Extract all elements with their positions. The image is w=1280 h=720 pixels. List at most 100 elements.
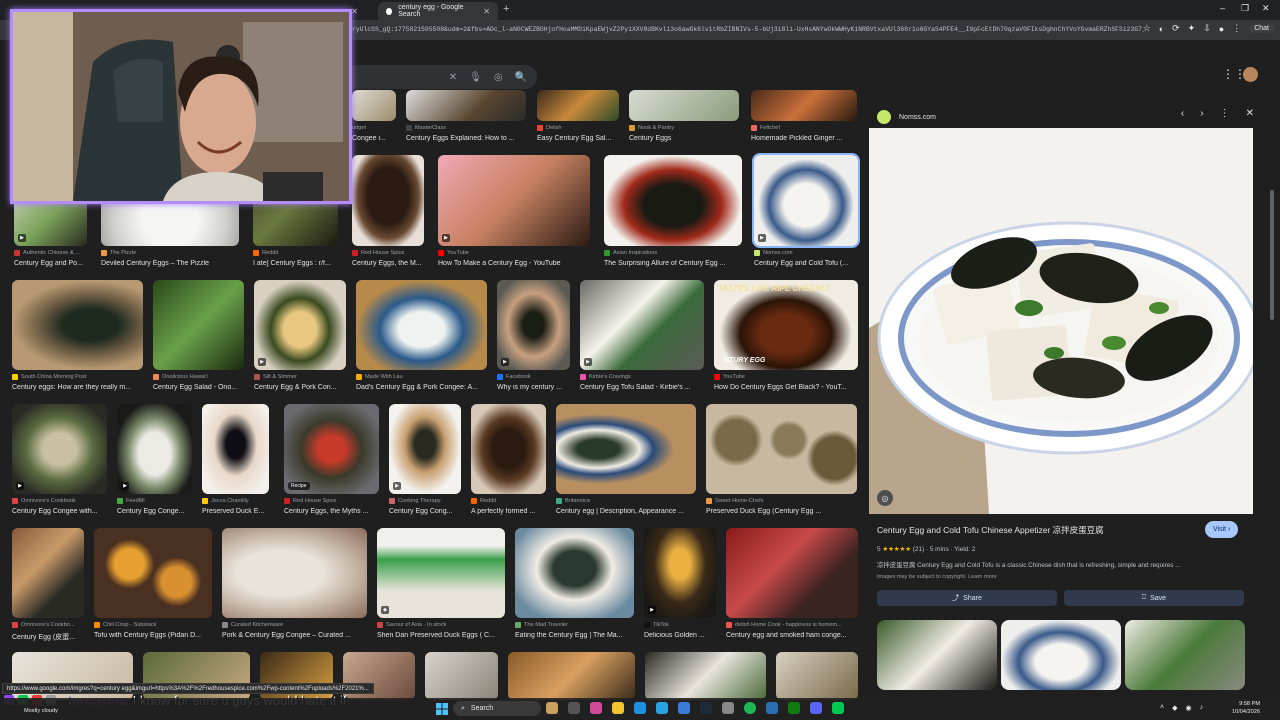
chevron-up-icon[interactable]: ˄ (1160, 704, 1164, 712)
image-result[interactable]: Recipe Red House Spice Century Eggs, the… (284, 404, 379, 519)
profile-icon[interactable]: ● (1219, 24, 1224, 34)
share-button[interactable]: ⤴ Share (877, 590, 1057, 606)
scrollbar-thumb[interactable] (1270, 190, 1274, 320)
result-source: TikTok (653, 622, 669, 628)
image-result[interactable]: MasterClass Century Eggs Explained: How … (406, 90, 526, 142)
minimize-icon[interactable]: – (1220, 3, 1225, 13)
mail-icon[interactable] (678, 702, 690, 714)
steam-icon[interactable] (766, 702, 778, 714)
image-result[interactable]: ▶ FeedMi Century Egg Conge... (117, 404, 192, 519)
preview-image[interactable] (869, 128, 1253, 514)
edge-icon[interactable] (634, 702, 646, 714)
discord-icon[interactable] (810, 702, 822, 714)
image-result[interactable]: udget Congee i... (352, 90, 396, 142)
image-result[interactable]: Curated Kitchenware Pork & Century Egg C… (222, 528, 367, 643)
image-result[interactable]: Onolicious Hawaiʻi Century Egg Salad - O… (153, 280, 244, 395)
image-result[interactable]: ▶ Silt & Simmer Century Egg & Pork Con..… (254, 280, 346, 395)
new-tab-button[interactable]: + (503, 3, 509, 15)
image-result[interactable] (425, 652, 498, 700)
search-icon[interactable]: 🔍 (515, 72, 527, 83)
system-clock[interactable]: 9:58 PM 10/04/2026 (1232, 700, 1260, 716)
close-icon[interactable]: ✕ (483, 7, 490, 16)
image-result[interactable]: Red House Spice Century Eggs, the M... (352, 155, 424, 270)
bookmark-star-icon[interactable]: ☆ (1143, 23, 1151, 34)
image-result[interactable]: South China Morning Post Century eggs: H… (12, 280, 143, 395)
taskbar-app-icon[interactable]: ◆ (1172, 704, 1177, 712)
spotify-icon[interactable] (744, 702, 756, 714)
extension-icon[interactable]: ◐ (1159, 24, 1164, 34)
result-title: Century Egg and Cold Tofu (... (754, 260, 849, 267)
image-result[interactable]: Reddit A perfectly formed ... (471, 404, 546, 519)
image-result[interactable]: ▶ YouTube How To Make a Century Egg - Yo… (438, 155, 590, 270)
site-favicon-icon (877, 110, 891, 124)
chevron-right-icon[interactable]: › (1200, 108, 1203, 119)
related-image[interactable] (1001, 620, 1121, 690)
image-result[interactable]: Asian Inspirations The Surprising Allure… (604, 155, 742, 270)
more-options-icon[interactable]: ⋮ (1220, 108, 1230, 119)
image-result[interactable]: Delish Easy Century Egg Sal... (537, 90, 619, 142)
related-image[interactable] (877, 620, 997, 690)
lens-icon[interactable]: ◎ (494, 72, 503, 83)
panel-title[interactable]: Century Egg and Cold Tofu Chinese Appeti… (877, 524, 1197, 536)
lens-search-icon[interactable]: ◎ (877, 490, 893, 506)
taskbar-app-icon[interactable] (546, 702, 558, 714)
weather-widget[interactable]: Mostly cloudy (24, 708, 58, 714)
file-explorer-icon[interactable] (612, 702, 624, 714)
image-result[interactable]: Chili Crisp - Substack Tofu with Century… (94, 528, 212, 643)
windows-start-icon[interactable] (436, 702, 448, 715)
taskbar-app-icon[interactable] (700, 702, 712, 714)
refresh-icon[interactable]: ⟳ (1172, 23, 1180, 34)
avatar[interactable] (1243, 67, 1258, 82)
related-image[interactable] (1125, 620, 1245, 690)
image-result[interactable]: Omnivore's Cookbo... Century Egg (皮蛋... (12, 528, 84, 643)
image-result[interactable]: ▶ TikTok Delicious Golden ... (644, 528, 716, 643)
maximize-icon[interactable]: ❐ (1241, 3, 1249, 14)
image-result[interactable] (645, 652, 766, 700)
close-window-icon[interactable]: ✕ (1262, 3, 1270, 14)
browser-tab-active[interactable]: century egg - Google Search ✕ (378, 2, 498, 20)
taskbar-app-icon[interactable] (832, 702, 844, 714)
download-icon[interactable]: ⇩ (1203, 23, 1211, 34)
image-result[interactable]: Feltchef Homemade Pickled Ginger ... (751, 90, 857, 142)
chevron-left-icon[interactable]: ‹ (1181, 108, 1184, 119)
volume-icon[interactable]: ♪ (1200, 704, 1204, 712)
image-result[interactable]: TASTES LIKE RIPE CHEESE? NTURY EGG YouTu… (714, 280, 858, 395)
visit-button[interactable]: Visit › (1205, 521, 1239, 538)
clear-icon[interactable]: ✕ (449, 72, 457, 83)
image-result[interactable]: delish Home Cook - happiness is homem...… (726, 528, 858, 643)
image-result[interactable]: ▶ Omnivore's Cookbook Century Egg Congee… (12, 404, 107, 519)
image-result[interactable]: Sweet Home-Chefs Preserved Duck Egg (Cen… (706, 404, 857, 519)
save-button[interactable]: ⎕ Save (1064, 590, 1244, 606)
taskbar-search[interactable]: ⌕ Search (453, 701, 541, 716)
image-result[interactable]: ▶ Kirbie's Cravings Century Egg Tofu Sal… (580, 280, 704, 395)
taskbar-app-icon[interactable] (656, 702, 668, 714)
image-result[interactable]: ▶ Cooking Therapy Century Egg Cong... (389, 404, 461, 519)
image-result[interactable]: ▶ Facebook Why is my century ... (497, 280, 570, 395)
image-result[interactable]: Nook & Pantry Century Eggs (629, 90, 739, 142)
search-box[interactable]: ✕ 🎙 ◎ 🔍 (352, 65, 537, 89)
panel-site-name[interactable]: Nomss.com (899, 114, 936, 121)
image-result[interactable]: Jecca Chantilly Preserved Duck E... (202, 404, 269, 519)
network-icon[interactable]: ◉ (1185, 704, 1191, 712)
chat-button[interactable]: Chat (1249, 24, 1274, 33)
url-field[interactable]: ryUlcSS_gQ:1775821505508&udm=2&fbs=ADc_l… (352, 23, 1144, 37)
image-result[interactable] (508, 652, 635, 700)
microphone-icon[interactable]: 🎙 (469, 72, 482, 83)
image-result[interactable]: Britannica Century egg | Description, Ap… (556, 404, 696, 519)
close-icon[interactable]: ✕ (351, 7, 358, 16)
close-icon[interactable]: ✕ (1246, 108, 1254, 119)
xbox-icon[interactable] (788, 702, 800, 714)
scrollbar[interactable] (1269, 100, 1275, 690)
image-result-selected[interactable]: ▶ Nomss.com Century Egg and Cold Tofu (.… (752, 153, 860, 270)
extensions-puzzle-icon[interactable]: ✦ (1188, 23, 1196, 34)
taskbar-app-icon[interactable] (590, 702, 602, 714)
menu-dots-icon[interactable]: ⋮ (1232, 23, 1241, 34)
image-result[interactable]: The Mad Traveler Eating the Century Egg … (515, 528, 634, 643)
task-view-icon[interactable] (568, 702, 580, 714)
learn-more-link[interactable]: Learn more (968, 574, 997, 580)
result-source: The Mad Traveler (524, 622, 568, 628)
image-result[interactable]: Made With Lau Dad's Century Egg & Pork C… (356, 280, 487, 395)
image-result[interactable]: ◆ Savour of Asia · In stock Shen Dan Pre… (377, 528, 505, 643)
settings-icon[interactable] (722, 702, 734, 714)
image-result[interactable] (776, 652, 858, 700)
